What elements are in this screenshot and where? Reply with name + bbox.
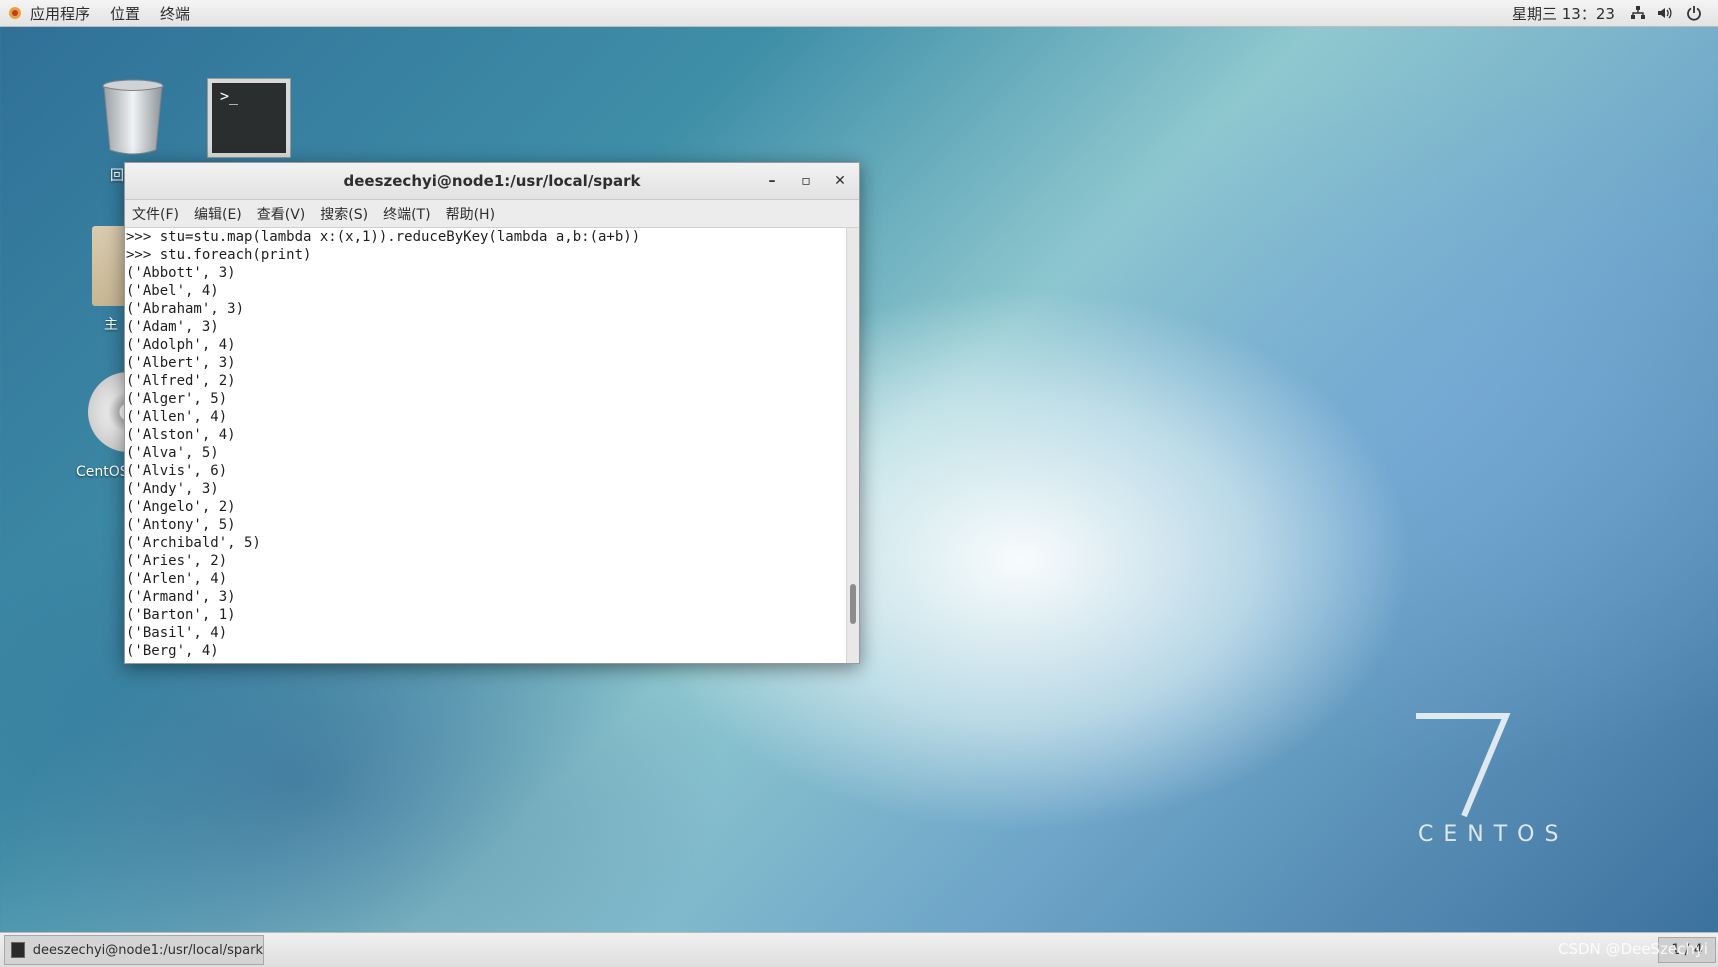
window-title: deeszechyi@node1:/usr/local/spark: [343, 172, 641, 190]
close-button[interactable]: ✕: [831, 172, 849, 190]
terminal-line: ('Andy', 3): [126, 481, 219, 497]
centos-wordmark: CENTOS: [1418, 822, 1569, 847]
terminal-line: ('Adolph', 4): [126, 337, 236, 353]
menu-search[interactable]: 搜索(S): [320, 204, 368, 224]
menu-help[interactable]: 帮助(H): [446, 204, 495, 224]
disc-label: CentOS: [76, 464, 129, 480]
applications-menu[interactable]: 应用程序: [30, 3, 90, 24]
places-menu[interactable]: 位置: [110, 3, 140, 24]
terminal-line: ('Arlen', 4): [126, 571, 228, 587]
applications-icon: [9, 7, 21, 19]
terminal-line: ('Adam', 3): [126, 319, 219, 335]
terminal-line: ('Albert', 3): [126, 355, 236, 371]
taskbar-item-label: deeszechyi@node1:/usr/local/spark: [32, 942, 263, 958]
terminal-window[interactable]: deeszechyi@node1:/usr/local/spark – ▫ ✕ …: [124, 162, 860, 664]
terminal-line: ('Alfred', 2): [126, 373, 236, 389]
terminal-line: ('Abraham', 3): [126, 301, 245, 317]
network-icon[interactable]: [1630, 5, 1646, 21]
terminal-output[interactable]: >>> stu=stu.map(lambda x:(x,1)).reduceBy…: [125, 228, 847, 663]
menu-edit[interactable]: 编辑(E): [194, 204, 242, 224]
terminal-line: ('Alger', 5): [126, 391, 228, 407]
power-icon[interactable]: [1686, 5, 1702, 21]
window-titlebar[interactable]: deeszechyi@node1:/usr/local/spark – ▫ ✕: [125, 163, 859, 200]
bottom-panel: deeszechyi@node1:/usr/local/spark 1 / 4: [0, 932, 1718, 967]
trash-icon[interactable]: [100, 78, 166, 156]
minimize-button[interactable]: –: [763, 172, 781, 190]
terminal-line: ('Angelo', 2): [126, 499, 236, 515]
watermark: CSDN @DeeSzechyi: [1558, 940, 1708, 958]
terminal-line: ('Allen', 4): [126, 409, 228, 425]
terminal-line: ('Antony', 5): [126, 517, 236, 533]
prompt-icon: >_: [220, 87, 239, 105]
top-panel: 应用程序 位置 终端 星期三 13：23: [0, 0, 1718, 27]
terminal-line: ('Armand', 3): [126, 589, 236, 605]
clock[interactable]: 星期三 13：23: [1512, 3, 1615, 24]
terminal-line: >>> stu.foreach(print): [126, 247, 312, 263]
taskbar-terminal-item[interactable]: deeszechyi@node1:/usr/local/spark: [4, 935, 264, 965]
menu-file[interactable]: 文件(F): [132, 204, 179, 224]
volume-icon[interactable]: [1656, 5, 1672, 21]
terminal-line: ('Alva', 5): [126, 445, 219, 461]
menu-terminal[interactable]: 终端(T): [383, 204, 430, 224]
terminal-line: >>> stu=stu.map(lambda x:(x,1)).reduceBy…: [126, 229, 641, 245]
window-menubar: 文件(F) 编辑(E) 查看(V) 搜索(S) 终端(T) 帮助(H): [125, 200, 859, 228]
terminal-desktop-icon[interactable]: >_: [207, 78, 291, 158]
maximize-button[interactable]: ▫: [797, 172, 815, 190]
centos-7-logo: [1416, 713, 1511, 818]
scrollbar-thumb[interactable]: [850, 584, 856, 624]
home-folder-icon[interactable]: [92, 226, 126, 306]
terminal-line: ('Aries', 2): [126, 553, 228, 569]
terminal-line: ('Alvis', 6): [126, 463, 228, 479]
terminal-line: ('Archibald', 5): [126, 535, 261, 551]
terminal-app-menu[interactable]: 终端: [160, 3, 190, 24]
terminal-line: ('Basil', 4): [126, 625, 228, 641]
terminal-line: ('Alston', 4): [126, 427, 236, 443]
menu-view[interactable]: 查看(V): [257, 204, 306, 224]
terminal-icon: [11, 942, 25, 958]
terminal-scrollbar[interactable]: [846, 228, 859, 663]
terminal-line: ('Abbott', 3): [126, 265, 236, 281]
terminal-line: ('Berg', 4): [126, 643, 219, 659]
terminal-line: ('Abel', 4): [126, 283, 219, 299]
trash-label: 回: [110, 168, 124, 184]
terminal-line: ('Barton', 1): [126, 607, 236, 623]
home-label: 主: [104, 317, 118, 333]
